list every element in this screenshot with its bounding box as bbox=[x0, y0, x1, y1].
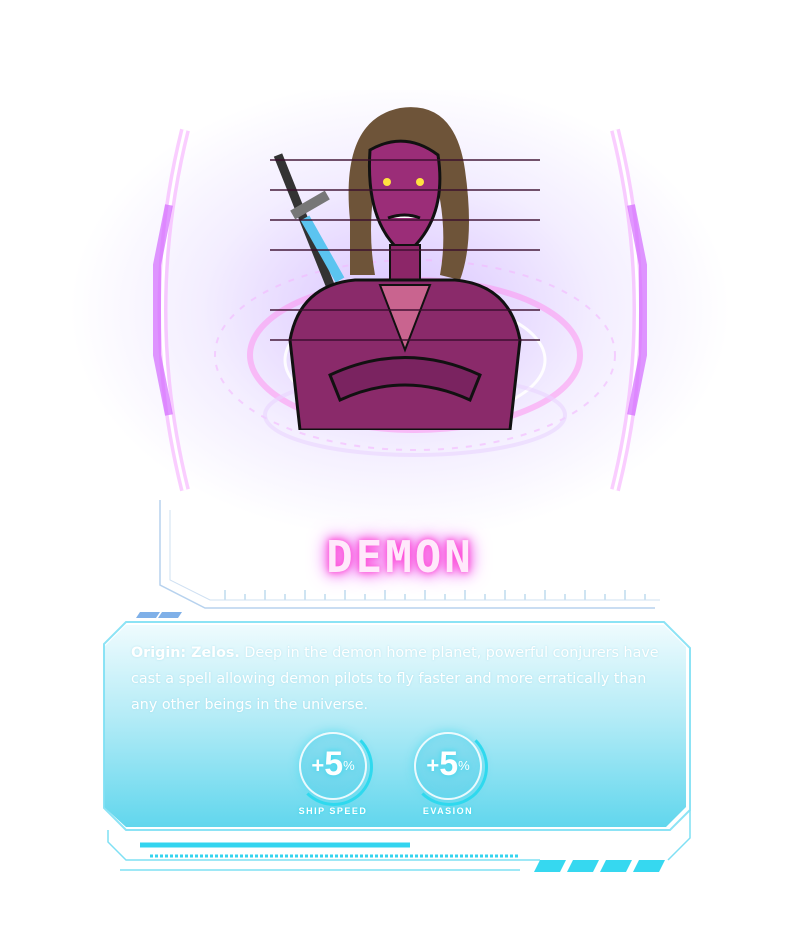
stat-label: SHIP SPEED bbox=[298, 806, 368, 816]
stat-ship-speed: +5% SHIP SPEED bbox=[288, 728, 378, 816]
demon-pilot-portrait bbox=[270, 107, 540, 430]
origin-description: Origin: Zelos. Deep in the demon home pl… bbox=[131, 640, 676, 718]
stat-label: EVASION bbox=[422, 806, 474, 816]
stat-ring-icon: +5% bbox=[295, 728, 373, 806]
character-name: DEMON bbox=[326, 532, 474, 583]
origin-label: Origin: Zelos. bbox=[131, 645, 240, 661]
stat-evasion: +5% EVASION bbox=[403, 728, 493, 816]
sword-icon bbox=[273, 153, 345, 292]
stat-value: +5% bbox=[311, 745, 355, 783]
stat-ring-icon: +5% bbox=[410, 728, 488, 806]
tick-ruler bbox=[220, 590, 650, 601]
stat-value: +5% bbox=[426, 745, 470, 783]
left-neon-bracket bbox=[153, 128, 190, 492]
